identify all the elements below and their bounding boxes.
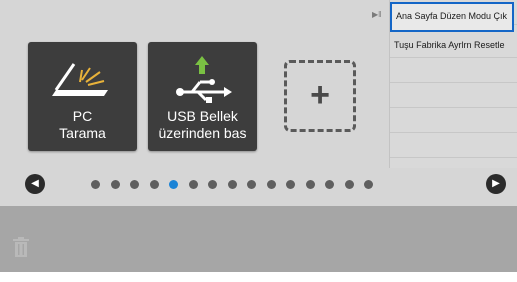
prev-page-button[interactable]: ◀ bbox=[25, 174, 45, 194]
menu-item-exit-edit-mode[interactable]: Ana Sayfa Düzen Modu Çık bbox=[390, 2, 514, 32]
collapse-arrow-icon[interactable]: ▶‖ bbox=[372, 10, 384, 26]
home-screen: PC Tarama USB Bellek üzerinden bas + ◀ ▶ bbox=[0, 0, 517, 272]
page-dot[interactable] bbox=[91, 180, 100, 189]
page-dot[interactable] bbox=[364, 180, 373, 189]
pc-scan-label-line2: Tarama bbox=[59, 125, 106, 141]
page-dot[interactable] bbox=[325, 180, 334, 189]
page-dot[interactable] bbox=[110, 180, 120, 189]
next-page-button[interactable]: ▶ bbox=[486, 174, 506, 194]
page-dot[interactable] bbox=[188, 180, 198, 189]
page-dot[interactable] bbox=[266, 180, 276, 189]
page-dot[interactable] bbox=[344, 180, 354, 189]
pc-scan-tile[interactable]: PC Tarama bbox=[28, 42, 137, 151]
page-dot[interactable] bbox=[227, 180, 237, 189]
menu-item-factory-reset[interactable]: Tuşu Fabrika Ayrlrn Resetle bbox=[394, 40, 505, 51]
chevron-left-icon: ◀ bbox=[31, 178, 39, 189]
usb-print-label-line2: üzerinden bas bbox=[158, 125, 247, 141]
page-dot[interactable] bbox=[305, 180, 315, 189]
pc-scan-label: PC Tarama bbox=[28, 108, 137, 142]
usb-print-label-line1: USB Bellek bbox=[167, 108, 238, 124]
page-dot[interactable] bbox=[169, 180, 178, 189]
add-icon: + bbox=[310, 76, 330, 114]
pc-scan-label-line1: PC bbox=[72, 108, 93, 124]
bottom-bar bbox=[0, 206, 517, 272]
page-dot[interactable] bbox=[247, 180, 256, 189]
trash-icon[interactable] bbox=[12, 236, 30, 258]
usb-icon bbox=[176, 56, 232, 103]
add-shortcut-tile[interactable]: + bbox=[284, 60, 356, 132]
page-dot[interactable] bbox=[208, 180, 217, 189]
page-dot[interactable] bbox=[130, 180, 139, 189]
usb-print-tile[interactable]: USB Bellek üzerinden bas bbox=[148, 42, 257, 151]
chevron-right-icon: ▶ bbox=[492, 178, 500, 189]
usb-print-label: USB Bellek üzerinden bas bbox=[148, 108, 257, 142]
scanner-icon bbox=[52, 63, 108, 96]
page-dot[interactable] bbox=[149, 180, 159, 189]
page-dot[interactable] bbox=[286, 180, 295, 189]
